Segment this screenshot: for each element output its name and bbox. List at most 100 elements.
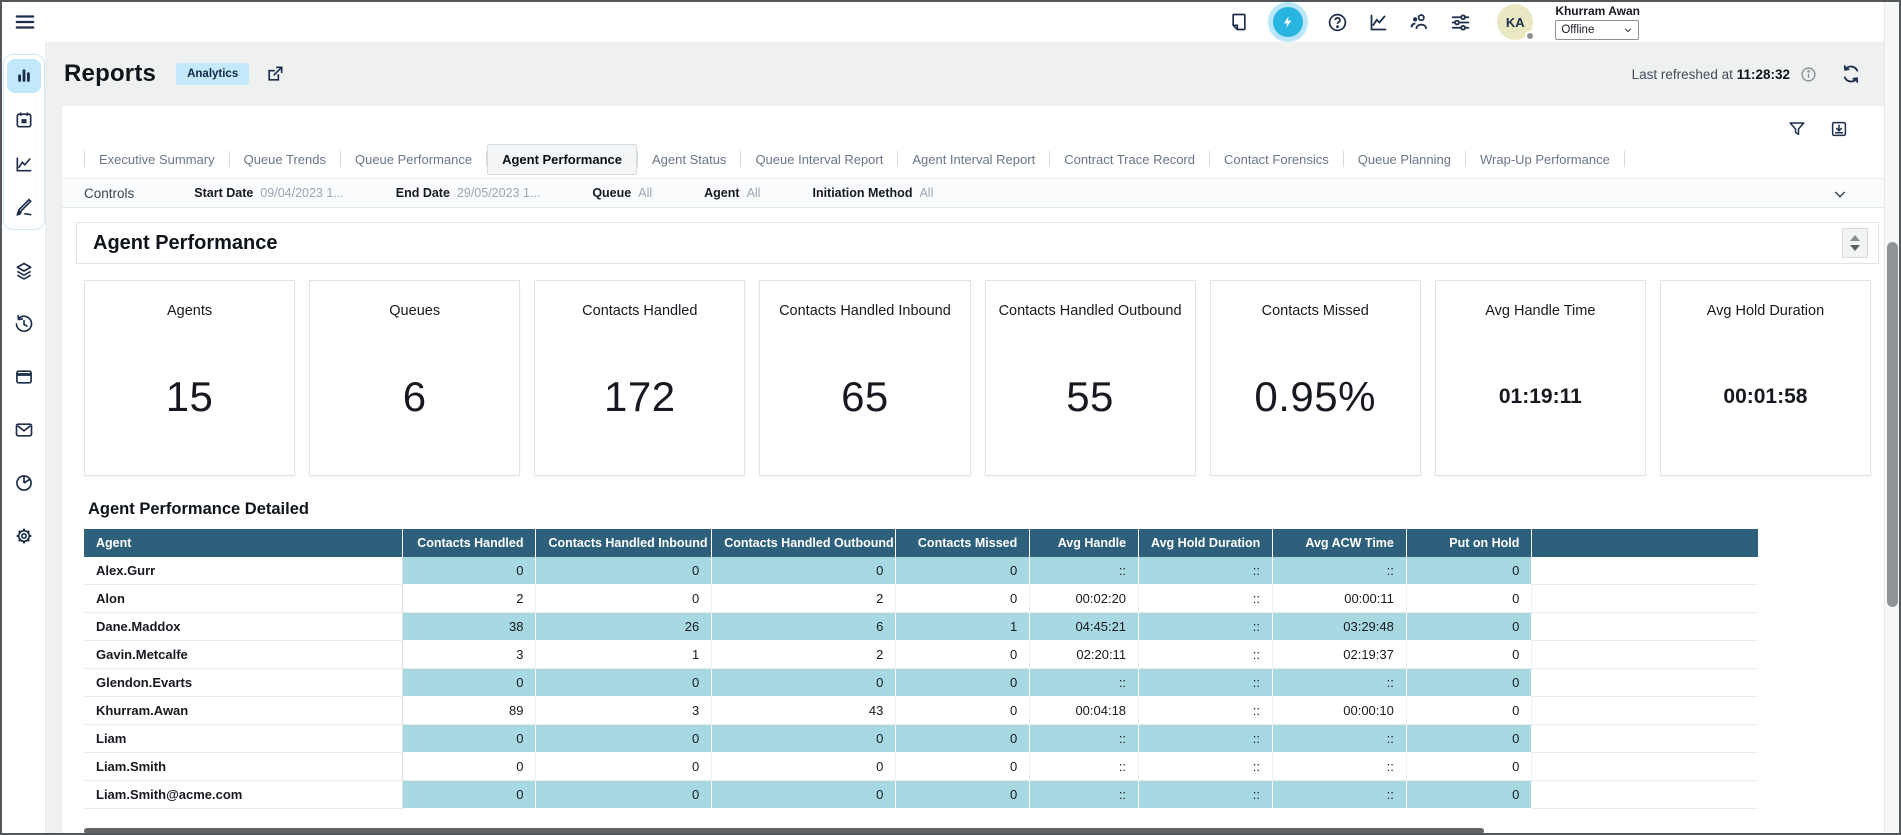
column-header-agent[interactable]: Agent	[84, 529, 402, 557]
line-chart-icon[interactable]	[7, 147, 41, 181]
kpi-label: Contacts Handled Inbound	[773, 303, 957, 319]
value-cell: 0	[1406, 725, 1532, 753]
controls-row: Controls Start Date09/04/2023 1...End Da…	[62, 178, 1893, 208]
analytics-badge: Analytics	[176, 63, 249, 85]
top-bar: KA Khurram Awan Offline	[2, 2, 1899, 42]
value-cell: 02:20:11	[1030, 641, 1139, 669]
sidebar-group	[3, 54, 45, 230]
mail-icon[interactable]	[7, 413, 41, 447]
users-icon[interactable]	[1409, 12, 1430, 33]
status-select[interactable]: Offline	[1555, 20, 1639, 40]
table-row-khurram-awan[interactable]: Khurram.Awan89343000:04:18::00:00:100	[84, 697, 1758, 725]
help-icon[interactable]	[1327, 12, 1348, 33]
kpi-value: 6	[403, 373, 427, 421]
value-cell: 0	[896, 641, 1030, 669]
value-cell: 0	[536, 557, 712, 585]
column-header-avg-acw-time[interactable]: Avg ACW Time	[1272, 529, 1406, 557]
app-body: Reports Analytics Last refreshed at 11:2…	[2, 42, 1899, 835]
filter-start-date[interactable]: Start Date09/04/2023 1...	[194, 186, 343, 200]
controls-expand-chevron-icon[interactable]	[1832, 186, 1848, 202]
kpi-label: Agents	[161, 303, 218, 319]
agent-name-cell: Alon	[84, 585, 402, 613]
vertical-scrollbar-track[interactable]	[1884, 2, 1899, 833]
table-row-liam-smith[interactable]: Liam.Smith0000::::::0	[84, 753, 1758, 781]
refresh-icon[interactable]	[1841, 64, 1861, 84]
filter-label: Queue	[592, 186, 631, 200]
window-icon[interactable]	[7, 360, 41, 394]
kpi-label: Contacts Handled	[576, 303, 703, 319]
vertical-scrollbar-thumb[interactable]	[1887, 242, 1898, 607]
table-row-liam[interactable]: Liam0000::::::0	[84, 725, 1758, 753]
page-title: Reports	[64, 60, 156, 88]
value-cell: 2	[712, 641, 896, 669]
lightning-icon[interactable]	[1273, 7, 1303, 37]
table-row-gavin-metcalfe[interactable]: Gavin.Metcalfe312002:20:11::02:19:370	[84, 641, 1758, 669]
filter-icon[interactable]	[1788, 120, 1806, 138]
spinner-up-icon[interactable]	[1850, 235, 1860, 241]
table-row-alon[interactable]: Alon202000:02:20::00:00:110	[84, 585, 1758, 613]
pie-chart-icon[interactable]	[7, 466, 41, 500]
filter-value: 09/04/2023 1...	[260, 186, 343, 200]
value-cell: 38	[402, 613, 536, 641]
external-link-icon[interactable]	[265, 64, 285, 84]
value-cell: 0	[712, 753, 896, 781]
bar-chart-icon[interactable]	[7, 59, 41, 93]
tab-executive-summary[interactable]: Executive Summary	[85, 145, 229, 174]
section-scroll-spinner[interactable]	[1842, 228, 1868, 258]
info-icon[interactable]	[1800, 66, 1817, 83]
note-icon[interactable]	[1228, 12, 1249, 33]
history-icon[interactable]	[7, 307, 41, 341]
table-row-dane-maddox[interactable]: Dane.Maddox38266104:45:21::03:29:480	[84, 613, 1758, 641]
filter-end-date[interactable]: End Date29/05/2023 1...	[396, 186, 541, 200]
column-header-put-on-hold[interactable]: Put on Hold	[1406, 529, 1532, 557]
layers-icon[interactable]	[7, 254, 41, 288]
design-icon[interactable]	[7, 191, 41, 225]
tab-queue-trends[interactable]: Queue Trends	[230, 145, 340, 174]
gear-icon[interactable]	[7, 519, 41, 553]
tab-contact-forensics[interactable]: Contact Forensics	[1210, 145, 1343, 174]
horizontal-scrollbar[interactable]	[84, 828, 1484, 834]
filter-initiation-method[interactable]: Initiation MethodAll	[812, 186, 933, 200]
filter-label: Agent	[704, 186, 739, 200]
hamburger-menu-icon[interactable]	[14, 10, 38, 34]
value-cell: 0	[1406, 697, 1532, 725]
avatar[interactable]: KA	[1497, 4, 1533, 40]
tab-contract-trace-record[interactable]: Contract Trace Record	[1050, 145, 1209, 174]
column-header-avg-hold-duration[interactable]: Avg Hold Duration	[1139, 529, 1273, 557]
column-header-avg-handle[interactable]: Avg Handle	[1030, 529, 1139, 557]
tab-agent-performance[interactable]: Agent Performance	[487, 144, 637, 175]
report-tabbar: Executive SummaryQueue TrendsQueue Perfo…	[62, 142, 1893, 174]
filter-agent[interactable]: AgentAll	[704, 186, 760, 200]
kpi-value-wrap: 55	[1066, 319, 1114, 475]
column-header-contacts-handled[interactable]: Contacts Handled	[402, 529, 536, 557]
calendar-icon[interactable]	[7, 103, 41, 137]
tab-agent-interval-report[interactable]: Agent Interval Report	[898, 145, 1049, 174]
kpi-label: Contacts Handled Outbound	[993, 303, 1188, 319]
spinner-down-icon[interactable]	[1850, 245, 1860, 251]
value-cell: 0	[1406, 613, 1532, 641]
column-header-contacts-handled-inbound[interactable]: Contacts Handled Inbound	[536, 529, 712, 557]
content-area: Reports Analytics Last refreshed at 11:2…	[46, 42, 1899, 835]
value-cell: 0	[1406, 781, 1532, 809]
kpi-value: 15	[166, 373, 214, 421]
tab-queue-interval-report[interactable]: Queue Interval Report	[741, 145, 897, 174]
value-cell: ::	[1030, 753, 1139, 781]
filler-cell	[1532, 641, 1758, 669]
table-row-glendon-evarts[interactable]: Glendon.Evarts0000::::::0	[84, 669, 1758, 697]
column-header-contacts-missed[interactable]: Contacts Missed	[896, 529, 1030, 557]
tab-agent-status[interactable]: Agent Status	[638, 145, 740, 174]
tab-queue-planning[interactable]: Queue Planning	[1344, 145, 1465, 174]
metrics-icon[interactable]	[1368, 12, 1389, 33]
table-row-liam-smith-acme-com[interactable]: Liam.Smith@acme.com0000::::::0	[84, 781, 1758, 809]
tab-queue-performance[interactable]: Queue Performance	[341, 145, 486, 174]
filter-value: All	[919, 186, 933, 200]
value-cell: 0	[536, 753, 712, 781]
column-header-contacts-handled-outbound[interactable]: Contacts Handled Outbound	[712, 529, 896, 557]
filter-queue[interactable]: QueueAll	[592, 186, 652, 200]
table-row-alex-gurr[interactable]: Alex.Gurr0000::::::0	[84, 557, 1758, 585]
download-icon[interactable]	[1830, 120, 1848, 138]
tab-wrap-up-performance[interactable]: Wrap-Up Performance	[1466, 145, 1624, 174]
filler-cell	[1532, 613, 1758, 641]
sliders-icon[interactable]	[1450, 12, 1471, 33]
value-cell: 0	[536, 669, 712, 697]
